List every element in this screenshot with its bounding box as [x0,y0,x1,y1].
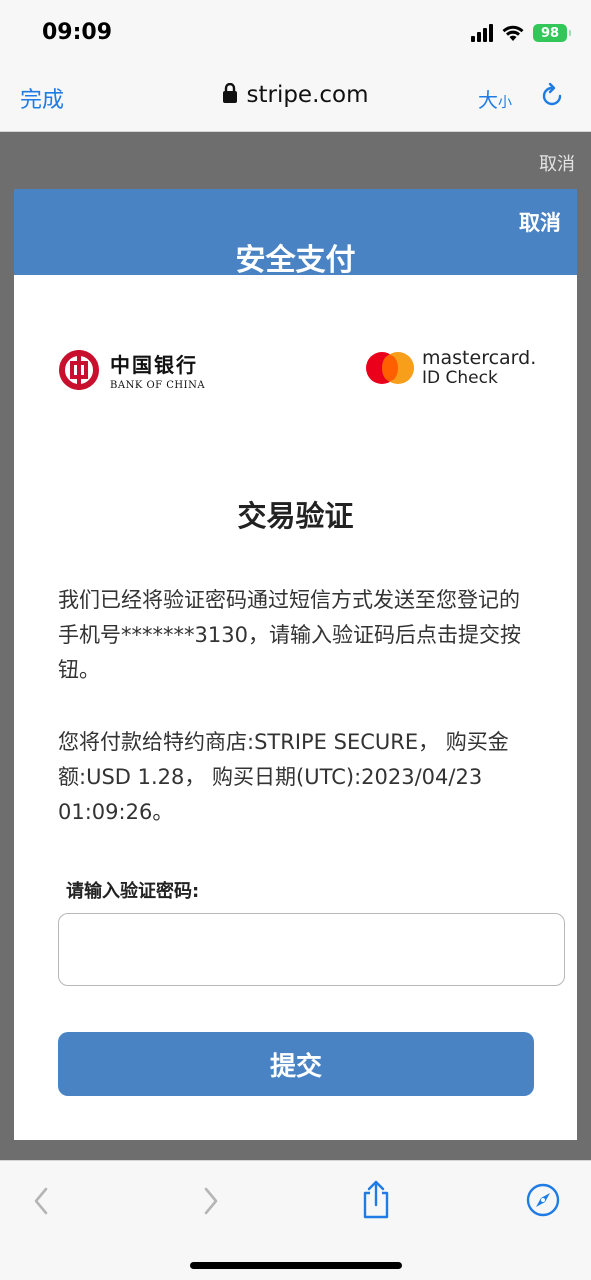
text-size-big-label: 大 [478,88,498,112]
battery-level: 98 [540,25,560,41]
cellular-signal-icon [471,24,493,42]
compass-icon[interactable] [526,1183,560,1221]
secure-payment-modal: 取消 安全支付 中国银行 BANK OF CHINA mastercard. I… [14,189,577,1140]
mastercard-name: mastercard. [422,347,537,369]
cancel-button[interactable]: 取消 [519,207,561,237]
overlay-cancel-button[interactable]: 取消 [539,150,575,176]
mastercard-id-check-logo: mastercard. ID Check [366,349,536,387]
wifi-icon [501,24,525,42]
status-bar: 09:09 98 [0,0,591,62]
verification-code-input[interactable] [58,913,565,986]
status-time: 09:09 [42,20,113,45]
home-indicator [190,1262,402,1269]
status-icons: 98 [471,24,571,42]
mastercard-circles-icon [366,352,414,384]
modal-header: 取消 安全支付 [14,189,577,275]
done-button[interactable]: 完成 [20,82,64,114]
sms-notice-text: 我们已经将验证密码通过短信方式发送至您登记的手机号*******3130，请输入… [58,588,521,682]
id-check-label: ID Check [422,368,498,388]
submit-button[interactable]: 提交 [58,1032,534,1096]
chevron-right-icon[interactable] [200,1183,222,1223]
bank-name-cn: 中国银行 [110,353,198,377]
bank-of-china-emblem-icon [59,350,99,390]
share-icon[interactable] [360,1179,392,1223]
reload-icon[interactable] [538,82,566,114]
section-title: 交易验证 [237,499,354,533]
chevron-left-icon[interactable] [30,1183,52,1223]
url-text[interactable]: stripe.com [246,82,368,108]
bank-name-en: BANK OF CHINA [110,380,206,391]
payment-details-text: 您将付款给特约商店:STRIPE SECURE， 购买金额:USD 1.28， … [58,730,509,824]
lock-icon [222,82,238,107]
code-input-label: 请输入验证密码: [66,881,200,902]
text-size-small-label: 小 [498,95,512,111]
text-size-button[interactable]: 大小 [478,84,512,113]
screen: 09:09 98 完成 stripe.com 大小 取消 取消 安全支付 中国银… [0,0,591,1280]
browser-top-bar: 完成 stripe.com 大小 [0,62,591,132]
battery-icon: 98 [533,24,571,42]
modal-title: 安全支付 [235,243,356,275]
bank-of-china-logo: 中国银行 BANK OF CHINA [58,349,205,391]
